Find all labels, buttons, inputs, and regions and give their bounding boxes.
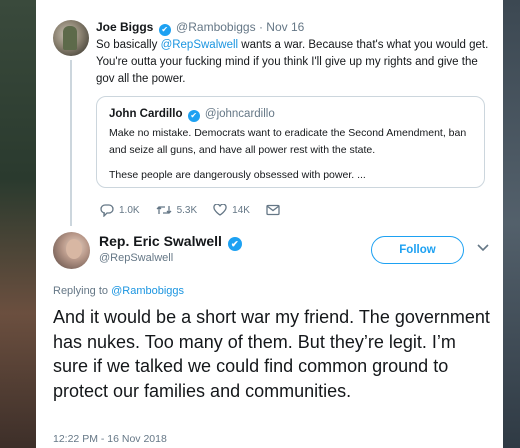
retweet-count: 5.3K bbox=[176, 204, 198, 216]
quote-line-2: These people are dangerously obsessed wi… bbox=[109, 169, 366, 181]
thread-line bbox=[70, 60, 72, 226]
quote-author-handle: @johncardillo bbox=[204, 108, 275, 120]
parent-author-name[interactable]: Joe Biggs bbox=[96, 20, 153, 34]
parent-author-handle[interactable]: @Rambobiggs bbox=[176, 20, 256, 34]
quote-author-name: John Cardillo bbox=[109, 108, 183, 120]
follow-button[interactable]: Follow bbox=[371, 236, 464, 264]
parent-avatar[interactable] bbox=[53, 20, 89, 56]
main-author-handle[interactable]: @RepSwalwell bbox=[99, 252, 173, 264]
parent-text-start: So basically bbox=[96, 39, 161, 51]
parent-author-line: Joe Biggs ✔ @Rambobiggs · Nov 16 bbox=[96, 20, 304, 36]
quote-text: Make no mistake. Democrats want to eradi… bbox=[109, 125, 477, 184]
like-action[interactable]: 14K bbox=[213, 204, 250, 216]
verified-icon: ✔ bbox=[227, 237, 242, 251]
parent-date[interactable]: Nov 16 bbox=[266, 20, 304, 34]
retweet-action[interactable]: 5.3K bbox=[156, 204, 198, 216]
main-author-line: Rep. Eric Swalwell ✔ bbox=[99, 233, 244, 251]
reply-count: 1.0K bbox=[119, 204, 140, 216]
main-author-name[interactable]: Rep. Eric Swalwell bbox=[99, 233, 222, 249]
verified-icon: ✔ bbox=[158, 24, 171, 36]
like-icon bbox=[213, 204, 227, 216]
replying-to: Replying to @Rambobiggs bbox=[53, 285, 184, 297]
replying-handle-link[interactable]: @Rambobiggs bbox=[111, 285, 184, 297]
verified-icon: ✔ bbox=[187, 110, 200, 122]
main-avatar[interactable] bbox=[53, 232, 90, 269]
parent-tweet-text: So basically @RepSwalwell wants a war. B… bbox=[96, 37, 496, 88]
main-tweet-text: And it would be a short war my friend. T… bbox=[53, 307, 490, 401]
like-count: 14K bbox=[232, 204, 250, 216]
reply-icon bbox=[100, 203, 114, 217]
retweet-icon bbox=[156, 206, 172, 214]
quote-author-line: John Cardillo ✔ @johncardillo bbox=[109, 108, 275, 122]
dm-icon bbox=[266, 204, 280, 216]
quoted-tweet[interactable]: John Cardillo ✔ @johncardillo Make no mi… bbox=[96, 96, 485, 188]
tweet-timestamp[interactable]: 12:22 PM - 16 Nov 2018 bbox=[53, 433, 167, 445]
chevron-down-icon[interactable] bbox=[477, 244, 489, 252]
replying-prefix: Replying to bbox=[53, 285, 112, 297]
tweet-card: Joe Biggs ✔ @Rambobiggs · Nov 16 So basi… bbox=[36, 0, 503, 448]
reply-action[interactable]: 1.0K bbox=[100, 203, 140, 217]
mention-link[interactable]: @RepSwalwell bbox=[161, 39, 239, 51]
dm-action[interactable] bbox=[266, 204, 285, 216]
separator: · bbox=[258, 20, 263, 34]
background-photo-left bbox=[0, 0, 40, 448]
background-photo-right bbox=[500, 0, 520, 448]
parent-actions: 1.0K 5.3K 14K bbox=[100, 202, 301, 218]
quote-line-1: Make no mistake. Democrats want to eradi… bbox=[109, 127, 467, 156]
